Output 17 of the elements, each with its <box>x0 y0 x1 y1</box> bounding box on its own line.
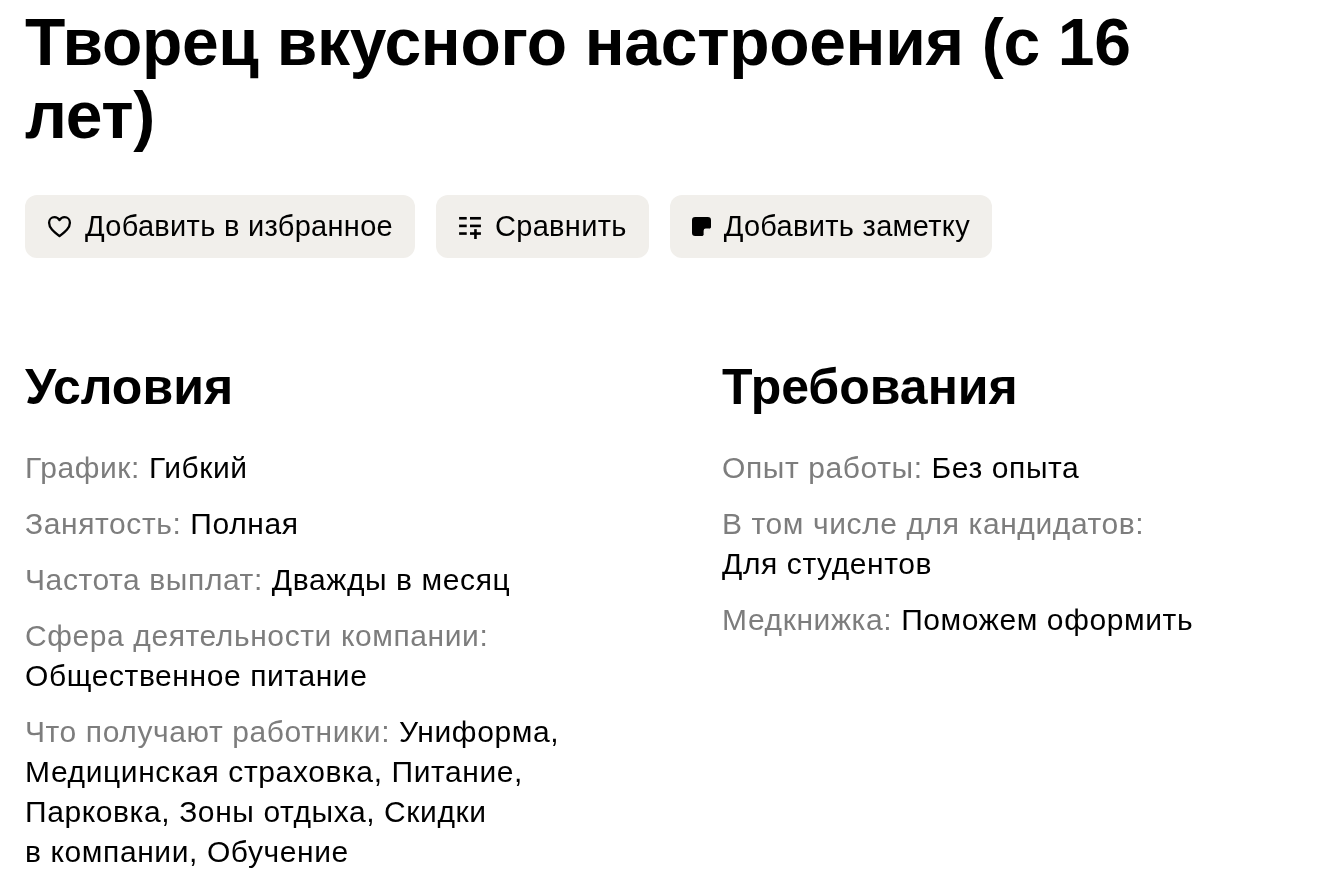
detail-row-text: Что получают работники: Униформа, Медицинская страховка, Питание, Парковка, Зоны отдыха, Скидки в компании, Обучение <box>25 714 561 870</box>
heart-icon <box>47 215 72 238</box>
detail-row-text: Сфера деятельности компании: Общественное питание <box>25 618 490 694</box>
detail-row-text: Опыт работы: Без опыта <box>722 450 1081 486</box>
detail-row-text: Медкнижка: Поможем оформить <box>722 602 1195 638</box>
detail-row-text: В том числе для кандидатов: Для студентов <box>722 506 1146 582</box>
detail-row-text: График: Гибкий <box>25 450 249 486</box>
note-button[interactable]: Добавить заметку <box>669 195 992 258</box>
favorite-button[interactable]: Добавить в избранное <box>25 195 415 258</box>
section-heading: Требования <box>722 358 1019 416</box>
note-icon <box>691 217 711 236</box>
detail-row-text: Частота выплат: Дважды в месяц <box>25 562 512 598</box>
detail-row-text: Занятость: Полная <box>25 506 300 542</box>
list-plus-icon <box>458 214 482 239</box>
job-title: Творец вкусного настроения (с 16 лет) <box>25 6 1132 152</box>
compare-button[interactable]: Сравнить <box>436 195 649 258</box>
section-heading: Условия <box>25 358 235 416</box>
